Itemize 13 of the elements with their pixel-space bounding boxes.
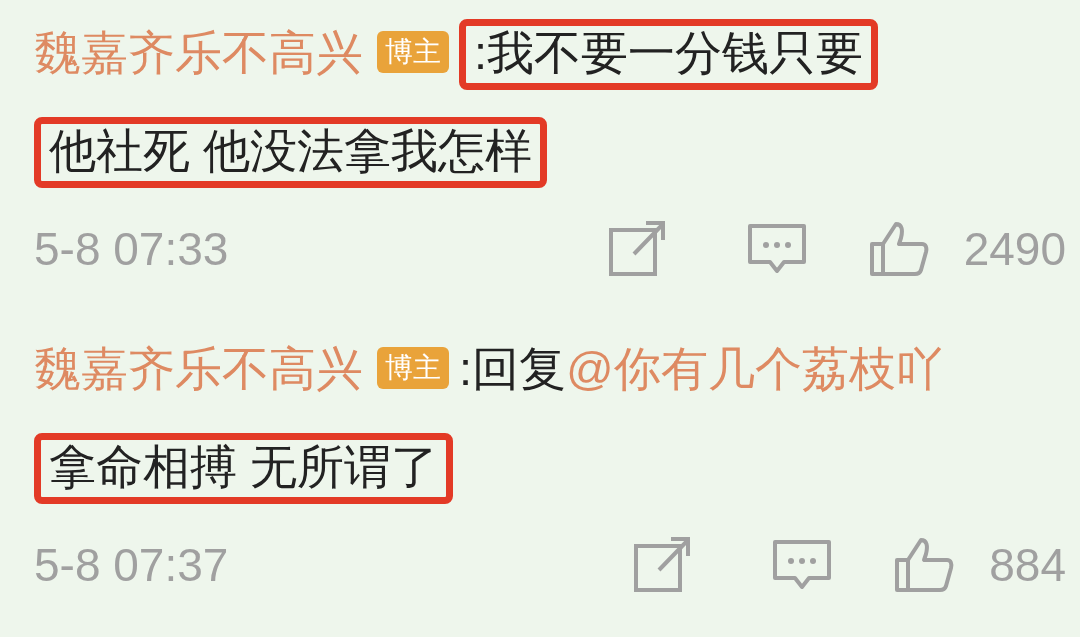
comment-text: :回复 [459, 342, 567, 395]
highlighted-text: 他社死 他没法拿我怎样 [34, 117, 548, 188]
author-badge: 博主 [377, 31, 449, 73]
username-link[interactable]: 魏嘉齐乐不高兴 [34, 26, 363, 79]
timestamp: 5-8 07:37 [34, 537, 230, 593]
author-badge: 博主 [377, 347, 449, 389]
mention-link[interactable]: @你有几个荔枝吖 [566, 342, 943, 395]
timestamp: 5-8 07:33 [34, 221, 230, 277]
highlighted-text: :我不要一分钱只要 [459, 19, 879, 90]
username-link[interactable]: 魏嘉齐乐不高兴 [34, 342, 363, 395]
like-count: 884 [989, 537, 1066, 593]
like-count: 2490 [963, 221, 1066, 277]
highlighted-text: 拿命相搏 无所谓了 [34, 433, 454, 504]
